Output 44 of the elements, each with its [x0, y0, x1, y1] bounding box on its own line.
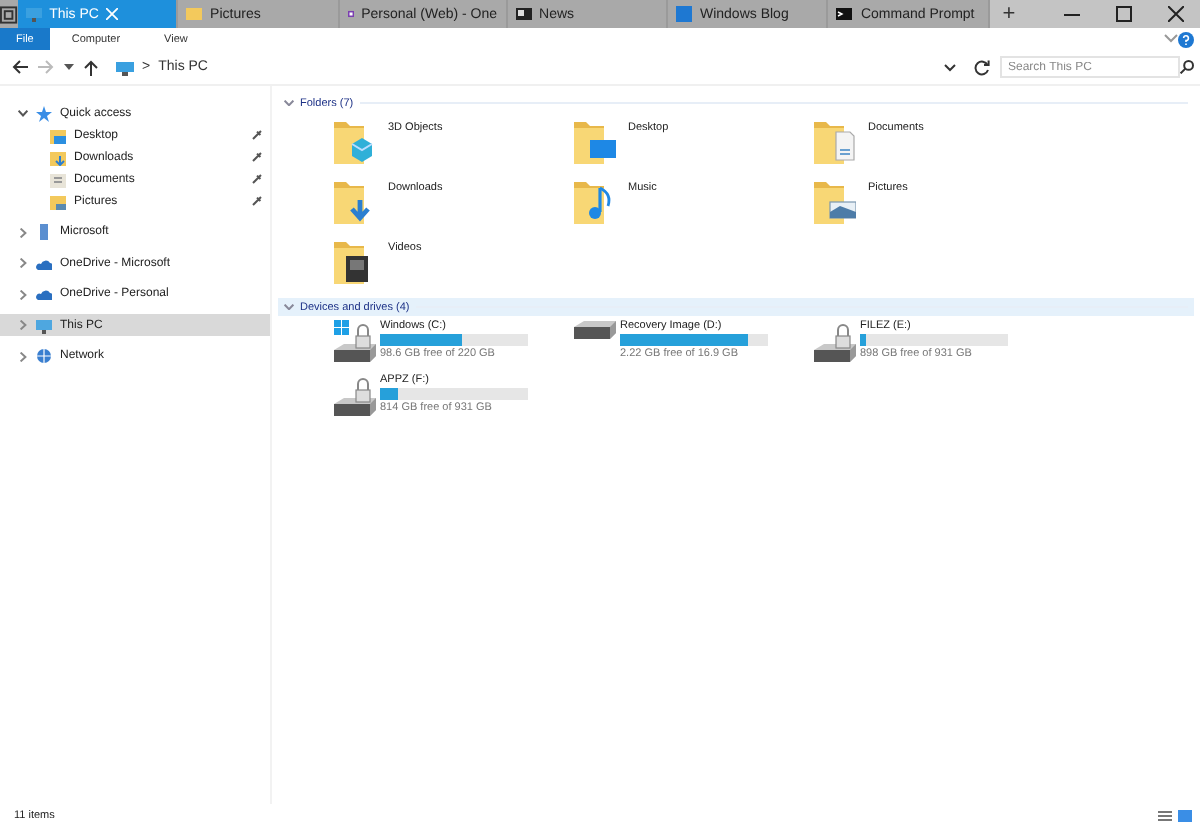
notebook-icon	[347, 6, 354, 22]
terminal-icon	[836, 6, 853, 22]
newspaper-icon	[515, 6, 532, 22]
chevron-down-icon[interactable]	[944, 63, 956, 71]
star-icon	[36, 105, 52, 121]
folder-icon	[50, 127, 66, 143]
back-arrow-icon[interactable]	[12, 60, 28, 74]
task-view-icon[interactable]	[0, 5, 18, 23]
pc-icon	[36, 317, 52, 333]
folder-icon	[186, 6, 203, 22]
drive-icon	[332, 320, 376, 364]
folder-icon	[50, 149, 66, 165]
folder-icon	[332, 176, 376, 224]
folder-icon	[572, 116, 616, 164]
chevron-down-icon	[284, 100, 294, 106]
drive-icon	[332, 374, 376, 418]
document-icon	[50, 171, 66, 187]
pc-icon	[116, 59, 134, 75]
drive-icon	[572, 320, 616, 340]
drive-icon	[812, 320, 856, 364]
search-icon[interactable]	[1180, 60, 1194, 74]
maximize-icon[interactable]	[1116, 6, 1132, 22]
caret-down-icon[interactable]	[64, 64, 74, 70]
up-arrow-icon[interactable]	[84, 59, 98, 75]
folder-icon	[572, 176, 616, 224]
folder-icon	[332, 116, 376, 164]
large-icons-view-icon[interactable]	[1178, 809, 1192, 821]
chevron-right-icon[interactable]	[18, 258, 28, 268]
network-icon	[36, 348, 52, 364]
folder-icon	[812, 116, 856, 164]
new-tab-button[interactable]: +	[989, 0, 1028, 28]
folder-icon	[812, 176, 856, 224]
help-icon[interactable]	[1178, 31, 1194, 47]
refresh-icon[interactable]	[974, 59, 990, 75]
close-icon[interactable]	[1168, 6, 1184, 22]
pc-icon	[25, 6, 42, 22]
square-icon	[675, 6, 692, 22]
chevron-right-icon[interactable]	[18, 351, 28, 361]
chevron-right-icon[interactable]	[18, 289, 28, 299]
chevron-down-icon	[284, 304, 294, 310]
folder-icon	[50, 193, 66, 209]
chevron-right-icon[interactable]	[18, 227, 28, 237]
details-view-icon[interactable]	[1158, 809, 1172, 821]
chevron-down-icon[interactable]	[18, 108, 28, 118]
